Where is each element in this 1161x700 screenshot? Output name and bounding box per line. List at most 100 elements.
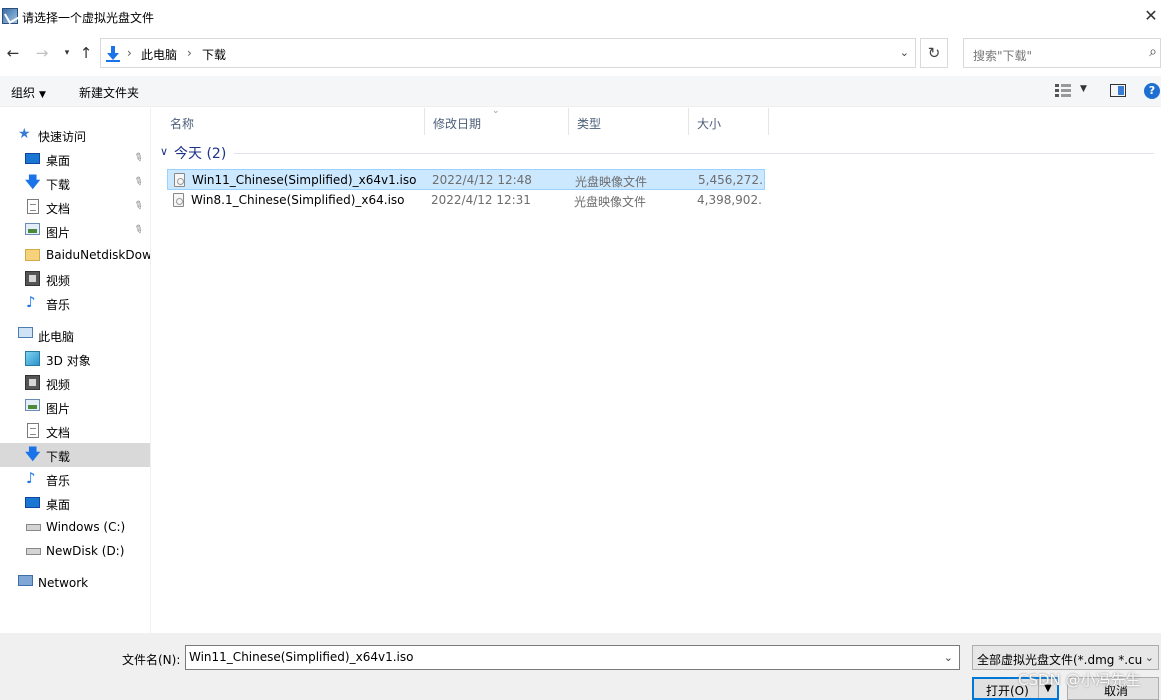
group-divider (234, 153, 1154, 154)
column-header-size[interactable]: 大小 (689, 108, 769, 135)
search-icon[interactable]: ⌕ (1149, 44, 1157, 60)
preview-pane-icon[interactable] (1110, 84, 1126, 97)
help-icon[interactable]: ? (1144, 83, 1160, 99)
sidebar-item-label: 图片 (46, 402, 71, 416)
column-header-label: 修改日期 (433, 117, 482, 131)
disc-image-file-icon (174, 173, 185, 187)
breadcrumb-separator-icon: › (127, 46, 132, 60)
file-type-filter-value: 全部虚拟光盘文件(*.dmg *.cue (977, 653, 1142, 667)
sidebar-item-label: 音乐 (46, 474, 71, 488)
sidebar-item-3d-objects[interactable]: 3D 对象 (0, 347, 150, 371)
pin-icon: ✎ (131, 149, 146, 166)
network-icon (18, 575, 33, 586)
toolbar: 组织 ▼ 新建文件夹 ▼ ? (0, 76, 1161, 107)
sidebar-item-desktop[interactable]: 桌面 ✎ (0, 147, 150, 171)
music-icon: ♪ (26, 469, 36, 487)
new-folder-button[interactable]: 新建文件夹 (79, 84, 139, 101)
chevron-down-icon: ∨ (160, 145, 169, 158)
star-icon: ★ (18, 126, 31, 142)
sidebar-item-label: 图片 (46, 226, 71, 240)
search-box[interactable]: 搜索"下载" ⌕ (963, 38, 1161, 68)
filename-field[interactable]: ⌄ (185, 645, 960, 670)
sidebar-item-pictures[interactable]: 图片 ✎ (0, 219, 150, 243)
breadcrumb-downloads[interactable]: 下载 (202, 46, 226, 63)
sidebar-item-label: NewDisk (D:) (46, 544, 125, 558)
sidebar-item-label: 桌面 (46, 498, 71, 512)
sidebar-item-label: 文档 (46, 426, 71, 440)
folder-icon (25, 249, 40, 261)
sidebar-item-baidunetdisk[interactable]: BaiduNetdiskDow (0, 243, 151, 267)
organize-label: 组织 (11, 86, 36, 100)
sidebar-item-pictures-pc[interactable]: 图片 (0, 395, 150, 419)
file-list: 名称 ⌄ 修改日期 类型 大小 ∨ 今天 (2) Win11_Chinese(S… (152, 106, 1161, 633)
address-bar[interactable]: › 此电脑 › 下载 ⌄ (100, 38, 916, 68)
close-icon[interactable]: ✕ (1141, 6, 1161, 26)
table-row[interactable]: Win8.1_Chinese(Simplified)_x64.iso 2022/… (167, 190, 765, 211)
column-header-label: 名称 (170, 117, 195, 131)
file-type: 光盘映像文件 (575, 175, 648, 189)
chevron-down-icon: ⌄ (1144, 651, 1154, 664)
sidebar-item-music-pc[interactable]: ♪ 音乐 (0, 467, 150, 491)
video-icon (25, 271, 40, 286)
filename-label: 文件名(N): (122, 653, 181, 667)
sidebar-item-network[interactable]: Network (0, 571, 150, 595)
sidebar-item-downloads-pc[interactable]: 🡇 下载 (0, 443, 150, 467)
organize-button[interactable]: 组织 ▼ (11, 84, 46, 101)
sidebar-item-label: 快速访问 (38, 130, 87, 144)
sidebar-item-label: 3D 对象 (46, 354, 91, 368)
sidebar-item-desktop-pc[interactable]: 桌面 (0, 491, 150, 515)
computer-icon (18, 327, 33, 338)
file-type: 光盘映像文件 (574, 195, 647, 209)
sidebar-item-quick-access[interactable]: ★ 快速访问 (0, 123, 150, 147)
download-icon (106, 46, 120, 62)
navigation-pane: ★ 快速访问 桌面 ✎ 🡇 下载 ✎ 文档 ✎ 图片 ✎ BaiduNetdis… (0, 108, 151, 633)
column-header-date[interactable]: 修改日期 (425, 108, 569, 135)
search-placeholder: 搜索"下载" (973, 49, 1033, 63)
download-icon: 🡇 (25, 173, 41, 191)
sidebar-item-downloads[interactable]: 🡇 下载 ✎ (0, 171, 150, 195)
file-name: Win8.1_Chinese(Simplified)_x64.iso (191, 193, 405, 207)
filename-input[interactable] (189, 650, 929, 664)
refresh-icon[interactable]: ↻ (920, 38, 948, 68)
back-arrow-icon[interactable]: ← (4, 44, 22, 62)
group-label: 今天 (2) (174, 146, 227, 162)
sidebar-item-label: BaiduNetdiskDow (46, 248, 151, 262)
sidebar-item-label: 文档 (46, 202, 71, 216)
forward-arrow-icon[interactable]: → (33, 44, 51, 62)
sidebar-item-documents-pc[interactable]: 文档 (0, 419, 150, 443)
chevron-down-icon[interactable]: ⌄ (944, 651, 953, 664)
3d-objects-icon (25, 351, 40, 366)
sidebar-item-label: 桌面 (46, 154, 71, 168)
sidebar-item-music[interactable]: ♪ 音乐 (0, 291, 150, 315)
sidebar-item-label: 下载 (46, 450, 71, 464)
sidebar-item-drive-d[interactable]: NewDisk (D:) (0, 539, 150, 563)
sidebar-item-this-pc[interactable]: 此电脑 (0, 323, 150, 347)
address-dropdown-chevron-icon[interactable]: ⌄ (900, 46, 909, 59)
sidebar-item-label: 音乐 (46, 298, 71, 312)
breadcrumb-this-pc[interactable]: 此电脑 (141, 46, 177, 63)
table-row[interactable]: Win11_Chinese(Simplified)_x64v1.iso 2022… (167, 169, 765, 190)
sidebar-item-videos[interactable]: 视频 (0, 267, 150, 291)
column-header-name[interactable]: 名称 (162, 108, 425, 135)
title-bar: 请选择一个虚拟光盘文件 ✕ (0, 0, 1161, 34)
caret-down-icon: ▼ (39, 90, 46, 100)
column-header-label: 类型 (577, 117, 602, 131)
column-header-type[interactable]: 类型 (569, 108, 689, 135)
recent-locations-chevron-icon[interactable]: ▾ (58, 44, 76, 62)
up-arrow-icon[interactable]: ↑ (77, 44, 95, 62)
view-options-icon[interactable] (1055, 84, 1071, 98)
file-size: 5,456,272... (698, 173, 764, 187)
address-row: ← → ▾ ↑ › 此电脑 › 下载 ⌄ ↻ 搜索"下载" ⌕ (0, 34, 1161, 74)
file-type-filter[interactable]: 全部虚拟光盘文件(*.dmg *.cue ⌄ (972, 645, 1159, 670)
picture-icon (25, 399, 40, 411)
desktop-icon (25, 497, 40, 508)
breadcrumb-separator-icon: › (187, 46, 192, 60)
sidebar-item-videos-pc[interactable]: 视频 (0, 371, 150, 395)
sidebar-item-label: 视频 (46, 378, 71, 392)
sidebar-item-label: Network (38, 576, 89, 590)
sidebar-item-drive-c[interactable]: Windows (C:) (0, 515, 150, 539)
view-options-caret-icon[interactable]: ▼ (1080, 84, 1087, 94)
music-icon: ♪ (26, 293, 36, 311)
sidebar-item-documents[interactable]: 文档 ✎ (0, 195, 150, 219)
pin-icon: ✎ (131, 173, 146, 190)
